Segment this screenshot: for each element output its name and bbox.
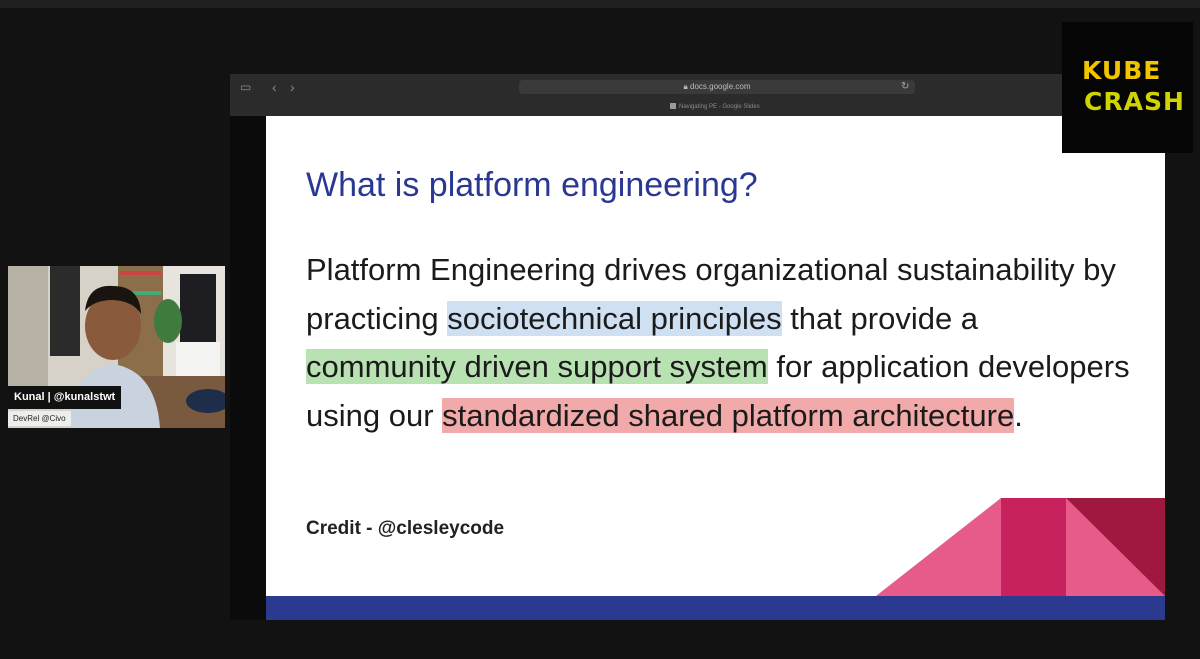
sidebar-icon[interactable]: ▭ <box>240 80 251 94</box>
back-icon[interactable]: ‹ <box>272 80 277 94</box>
address-bar[interactable]: 🔒︎ docs.google.com <box>519 80 915 94</box>
deco-triangle-left <box>876 498 1001 596</box>
top-strip <box>0 0 1200 8</box>
slide-decoration <box>876 498 1165 596</box>
tab-title: Navigating PE - Google Slides <box>679 104 760 110</box>
kubecrash-logo: KUBE CRASH <box>1062 22 1193 153</box>
forward-icon[interactable]: › <box>290 80 295 94</box>
browser-window: ▭ ‹ › 🔒︎ docs.google.com ↻ Navigating PE… <box>230 74 1165 620</box>
logo-line-1: KUBE <box>1082 56 1162 85</box>
presenter-name-tag: Kunal | @kunalstwt <box>8 386 122 409</box>
browser-toolbar: ▭ ‹ › 🔒︎ docs.google.com ↻ Navigating PE… <box>230 74 1165 116</box>
reload-icon[interactable]: ↻ <box>901 80 909 94</box>
logo-line-2: CRASH <box>1084 87 1185 116</box>
tab-slides[interactable]: Navigating PE - Google Slides <box>670 102 760 112</box>
slides-favicon-icon <box>670 103 676 110</box>
presenter-role-tag: DevRel @Civo <box>8 411 71 426</box>
slide-bottom-bar <box>266 596 1165 620</box>
url-text: docs.google.com <box>690 82 751 91</box>
deco-block-middle <box>1001 498 1066 596</box>
presentation-slide: What is platform engineering? Platform E… <box>266 116 1165 620</box>
